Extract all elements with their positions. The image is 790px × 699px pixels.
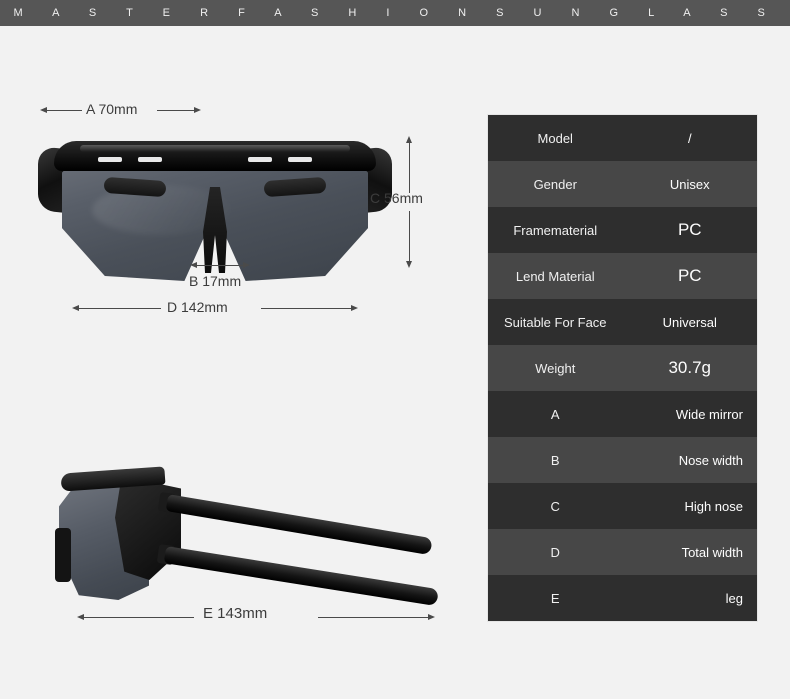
temple-arm-lower <box>164 546 439 606</box>
spec-value: Nose width <box>623 453 758 468</box>
dimension-d-label: D 142mm <box>167 299 228 315</box>
dimension-line <box>409 211 410 261</box>
table-row: E leg <box>488 575 757 621</box>
arrowhead-down <box>406 261 412 268</box>
dimension-line <box>84 617 194 618</box>
table-row: Model / <box>488 115 757 161</box>
brow-bar <box>54 141 376 171</box>
spec-value: 30.7g <box>623 358 758 378</box>
frame-vent <box>98 157 122 162</box>
table-row: Gender Unisex <box>488 161 757 207</box>
dimension-line <box>47 110 82 111</box>
arrowhead-left <box>77 614 84 620</box>
table-row: A Wide mirror <box>488 391 757 437</box>
temple-arm-upper <box>166 494 433 555</box>
product-illustration-panel: A 70mm C 56mm B 17mm D 142 <box>0 26 470 699</box>
spec-key: Model <box>488 131 623 146</box>
spec-key: Suitable For Face <box>488 315 623 330</box>
table-row: D Total width <box>488 529 757 575</box>
spec-key: Lend Material <box>488 269 623 284</box>
table-row: Framematerial PC <box>488 207 757 253</box>
specification-table: Model / Gender Unisex Framematerial PC L… <box>488 115 757 621</box>
spec-value: Unisex <box>623 177 758 192</box>
table-row: C High nose <box>488 483 757 529</box>
spec-value: / <box>623 131 758 146</box>
sunglasses-side-view <box>55 466 455 616</box>
table-row: Weight 30.7g <box>488 345 757 391</box>
spec-value: leg <box>623 591 758 606</box>
frame-vent <box>248 157 272 162</box>
spec-value: Universal <box>623 315 758 330</box>
dimension-line <box>261 308 351 309</box>
arrowhead-right <box>243 262 250 268</box>
spec-key: Weight <box>488 361 623 376</box>
lens-edge-detail <box>55 528 71 582</box>
dimension-line <box>79 308 161 309</box>
spec-key: D <box>488 545 623 560</box>
frame-vent <box>138 157 162 162</box>
dimension-e-label: E 143mm <box>203 605 267 622</box>
arrowhead-up <box>406 136 412 143</box>
frame-vent <box>288 157 312 162</box>
arrowhead-left <box>40 107 47 113</box>
spec-key: Gender <box>488 177 623 192</box>
spec-value: Wide mirror <box>623 407 758 422</box>
dimension-b-label: B 17mm <box>189 273 241 289</box>
spec-key: Framematerial <box>488 223 623 238</box>
spec-value: PC <box>623 266 758 286</box>
arrowhead-left <box>72 305 79 311</box>
spec-value: High nose <box>623 499 758 514</box>
dimension-line <box>409 143 410 193</box>
dimension-a-label: A 70mm <box>86 101 137 117</box>
dimension-c-label: C 56mm <box>370 190 423 206</box>
spec-value: PC <box>623 220 758 240</box>
arrowhead-right <box>428 614 435 620</box>
table-row: Lend Material PC <box>488 253 757 299</box>
table-row: B Nose width <box>488 437 757 483</box>
spec-key: E <box>488 591 623 606</box>
sunglasses-front-view <box>40 131 390 291</box>
table-row: Suitable For Face Universal <box>488 299 757 345</box>
spec-key: A <box>488 407 623 422</box>
spec-value: Total width <box>623 545 758 560</box>
banner-title: M A S T E R F A S H I O N S U N G L A S … <box>0 7 790 19</box>
spec-key: C <box>488 499 623 514</box>
arrowhead-right <box>351 305 358 311</box>
arrowhead-left <box>190 262 197 268</box>
dimension-line <box>318 617 428 618</box>
spec-key: B <box>488 453 623 468</box>
dimension-line <box>157 110 194 111</box>
top-banner: M A S T E R F A S H I O N S U N G L A S … <box>0 0 790 26</box>
arrowhead-right <box>194 107 201 113</box>
dimension-line <box>197 265 243 266</box>
